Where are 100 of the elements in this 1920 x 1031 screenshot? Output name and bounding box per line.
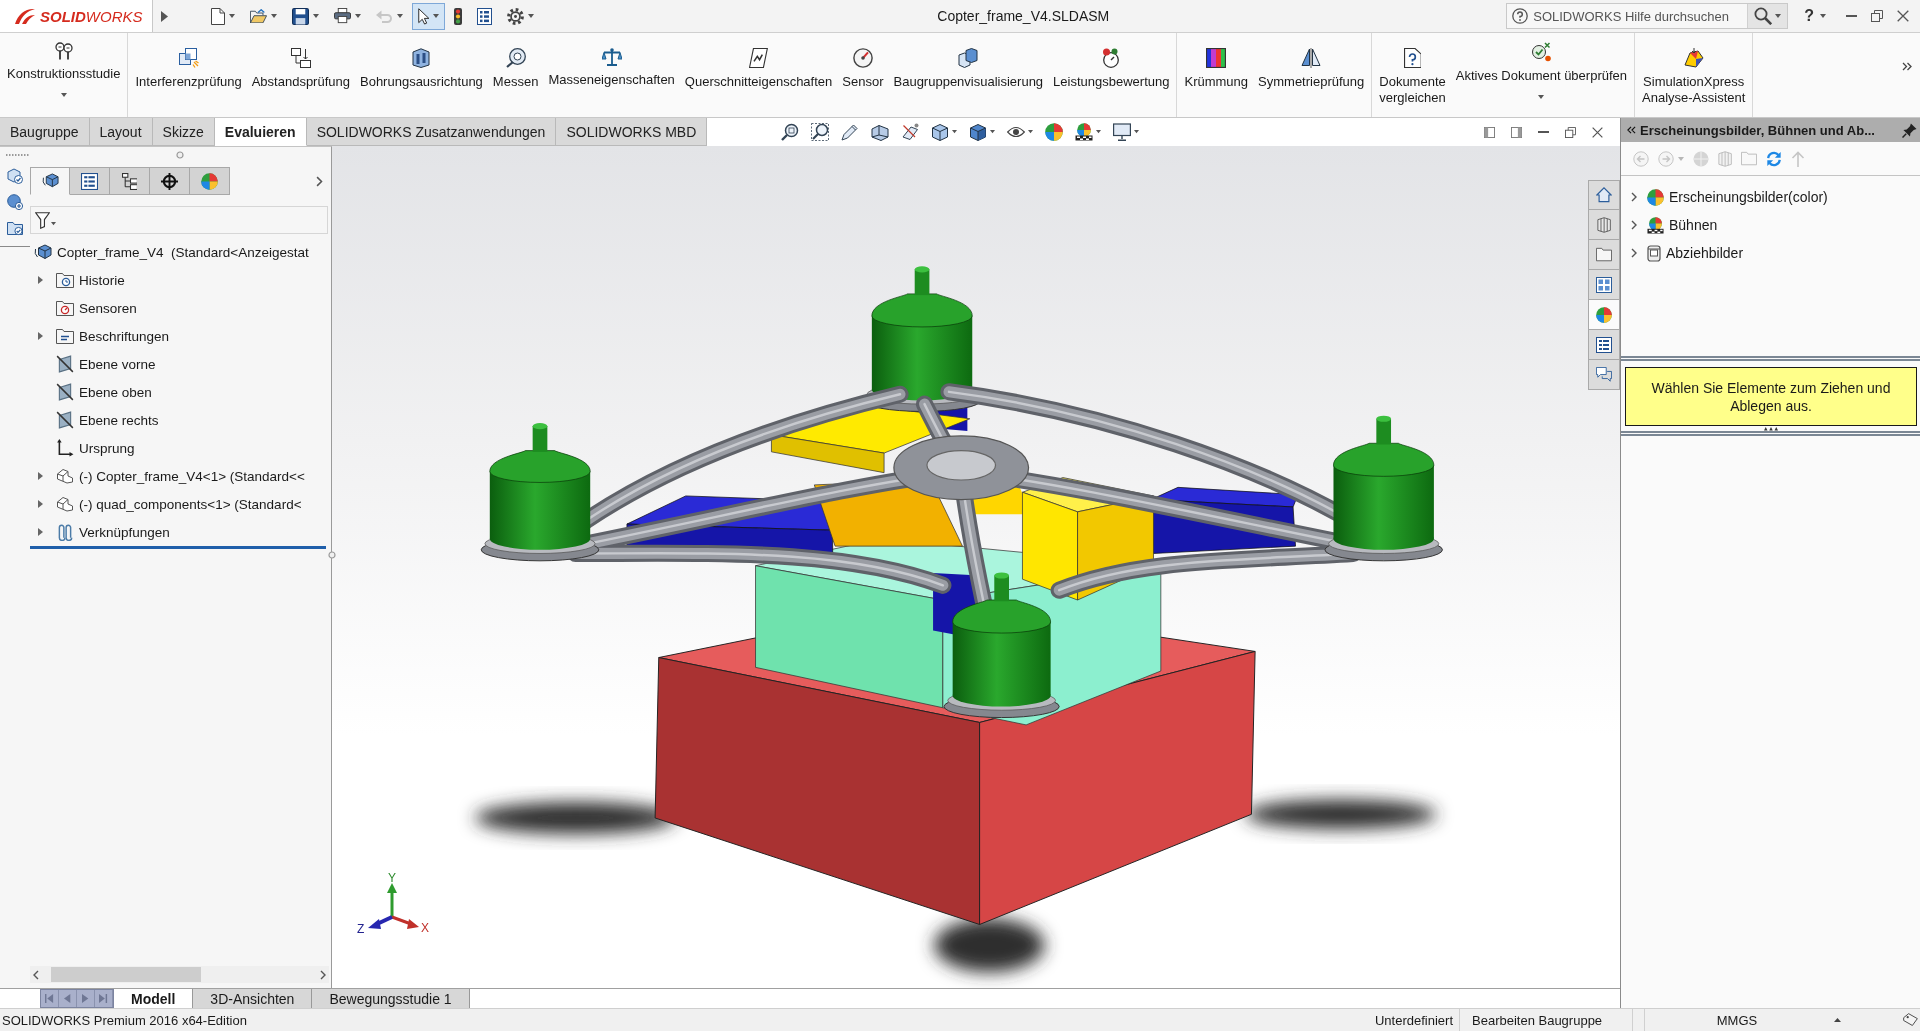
grip-dot-icon[interactable] [176,151,184,159]
grip-dot-icon[interactable] [328,551,336,559]
chevron-right-icon[interactable] [1631,220,1637,230]
ribbon-command-button[interactable]: Leistungsbewertung [1048,33,1175,117]
chevron-right-icon[interactable] [1631,192,1637,202]
zoom-fit-icon [781,123,800,141]
skip-back-icon [45,994,54,1003]
expand-arrow-icon[interactable] [38,332,43,340]
manager-tab[interactable] [30,167,70,195]
help-button[interactable]: ? [1800,3,1830,29]
task-pane-tab[interactable] [1588,300,1620,330]
tree-item[interactable]: Ebene oben [56,383,152,401]
traffic-light-icon [454,7,463,25]
tree-item[interactable]: (-) Copter_frame_V4<1> (Standard<< [56,468,305,484]
model-view-tab[interactable]: 3D-Ansichten [193,989,313,1008]
home-icon [1596,187,1612,203]
tree-item[interactable]: Ursprung [56,439,135,457]
close-icon [1591,126,1603,138]
task-pane-tab[interactable] [1588,270,1620,300]
task-pane-tab[interactable] [1588,210,1620,240]
ribbon-command-button[interactable]: Bohrungsausrichtung [355,33,488,117]
minimize-icon [1537,131,1549,133]
ribbon-command-button[interactable]: Sensor [837,33,889,117]
chevron-right-icon[interactable] [1631,248,1637,258]
status-text: Bearbeiten Baugruppe [1460,1009,1633,1031]
task-pane-tab[interactable] [1588,240,1620,270]
ribbon-command-button[interactable]: Abstandsprüfung [246,33,355,117]
scrollbar-thumb[interactable] [51,967,201,982]
tree-item[interactable]: (-) quad_components<1> (Standard< [56,496,302,512]
caret-down-icon [1028,130,1034,134]
model-view-tab[interactable]: Bewegungsstudie 1 [312,989,470,1008]
chevron-left-icon[interactable] [33,969,39,980]
manager-tab[interactable] [70,167,110,195]
pin-icon[interactable] [1902,122,1917,138]
chevron-right-icon[interactable] [320,969,326,980]
task-pane-tab[interactable] [1588,360,1620,390]
printer-icon [334,8,351,24]
ribbon-command-button[interactable]: SimulationXpress Analyse-Assistent [1637,33,1751,117]
manager-tab[interactable] [150,167,190,195]
filter-field[interactable] [30,206,328,234]
tree-item[interactable]: Erscheinungsbilder(color) [1647,188,1828,206]
tree-item[interactable]: Beschriftungen [56,328,170,344]
grip-dots-icon[interactable] [1763,427,1778,431]
caret-down-icon [528,14,535,18]
tree-item[interactable]: Ebene vorne [56,355,156,373]
view-palette-icon [1596,276,1612,293]
globe-icon [1693,150,1709,167]
mirror-halves-icon [1301,48,1322,68]
search-field[interactable]: SOLIDWORKS Hilfe durchsuchen [1533,5,1743,27]
caret-up-icon[interactable] [1834,1018,1841,1022]
section-sheet-icon [749,48,768,68]
ribbon-command-button[interactable]: Messen [487,33,544,117]
tree-item[interactable]: Bühnen [1647,216,1718,234]
caret-down-icon [1134,130,1140,134]
tree-item[interactable]: Copter_frame_V4 (Standard<Anzeigestat [34,244,309,260]
task-pane-tab[interactable] [1588,180,1620,210]
ribbon-tab[interactable]: Skizze [152,118,215,146]
dynamic-annotation-icon [901,123,920,141]
search-bar[interactable]: SOLIDWORKS Hilfe durchsuchen [1506,3,1789,29]
axis-label: Y [388,871,396,885]
ribbon-command-button[interactable]: Krümmung [1179,33,1254,117]
ribbon-command-button[interactable]: Querschnitteigenschaften [679,33,838,117]
caret-down-icon [1820,14,1826,18]
tag-icon[interactable] [1903,1013,1918,1027]
expand-arrow-icon[interactable] [38,500,43,508]
two-pins-icon [53,42,74,60]
axis-label: X [421,921,429,935]
task-pane-title: Erscheinungsbilder, Bühnen und Ab... [1640,122,1876,138]
expand-arrow-icon[interactable] [38,528,43,536]
cube-icon [34,244,52,260]
decal-jar-icon [1647,244,1661,262]
history-folder-icon [56,272,74,288]
ribbon-tab[interactable]: Baugruppe [0,118,90,146]
ribbon-command-button[interactable]: Aktives Dokument überprüfen [1450,33,1633,117]
double-chevron-left-icon[interactable] [1627,125,1636,135]
manager-tab[interactable] [110,167,150,195]
expand-arrow-icon[interactable] [38,276,43,284]
globe-plus-icon [7,194,23,210]
ribbon-command-button[interactable]: Dokumente vergleichen [1374,33,1451,117]
tree-item[interactable]: Historie [56,272,125,288]
caret-down-icon [397,14,403,18]
ribbon-command-button[interactable]: Baugruppenvisualisierung [888,33,1049,117]
tree-item[interactable]: Ebene rechts [56,411,159,429]
select-button[interactable] [412,2,446,30]
expand-arrow-icon[interactable] [38,472,43,480]
search-button[interactable] [1747,4,1788,28]
ribbon-command-button[interactable]: Interferenzprüfung [130,33,247,117]
horizontal-scrollbar[interactable] [30,966,329,983]
config-tree-icon [121,172,138,190]
tree-item[interactable]: Verknüpfungen [56,523,170,541]
task-pane-tab[interactable] [1588,330,1620,360]
ribbon-command-button[interactable]: Symmetrieprüfung [1253,33,1370,117]
ribbon-command-button[interactable]: Masseneigenschaften [543,33,680,117]
ribbon-tab[interactable]: Layout [89,118,153,146]
ribbon-tab[interactable]: SOLIDWORKS Zusatzanwendungen [306,118,557,146]
ribbon-command-button[interactable]: Konstruktionsstudie [2,33,126,117]
tree-item[interactable]: Abziehbilder [1647,244,1744,262]
tree-item[interactable]: Sensoren [56,300,137,316]
property-list-icon [1596,336,1612,353]
ribbon-tab[interactable]: SOLIDWORKS MBD [556,118,708,146]
